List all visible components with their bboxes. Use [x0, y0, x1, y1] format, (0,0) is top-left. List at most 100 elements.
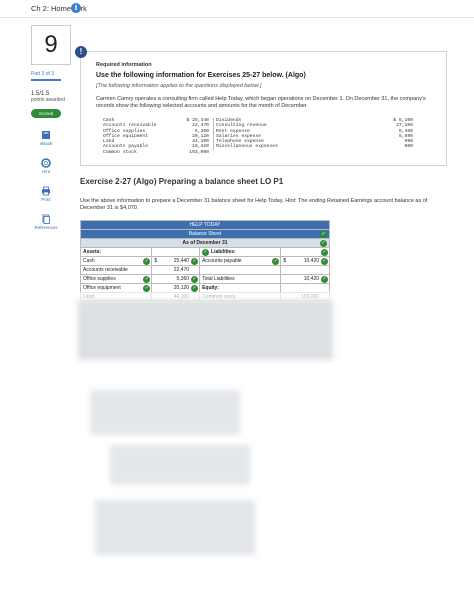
account-name: Miscellaneous expenses	[216, 144, 278, 150]
asset-name-cell[interactable]: Cash ✓	[81, 257, 153, 265]
blurred-content	[78, 300, 333, 360]
liability-name: Total Liabilities	[202, 276, 235, 282]
points-awarded: 1.5/1.5 points awarded	[31, 91, 71, 103]
ebook-label: eBook	[39, 141, 53, 146]
part-progress-bar	[31, 79, 61, 81]
exercise-title: Exercise 2-27 (Algo) Preparing a balance…	[80, 177, 284, 186]
asset-amount: 5,360	[176, 276, 190, 282]
liability-amount: 10,420	[303, 276, 320, 282]
assets-label: Assets:	[81, 248, 153, 256]
statement-name-header: Balance Sheet ✓	[80, 229, 330, 238]
alert-icon: !	[75, 46, 87, 58]
empty-cell: ✓	[281, 248, 329, 256]
statement-date-header: As of December 31 ✓	[80, 238, 330, 247]
account-amount: 600	[404, 144, 413, 150]
print-button[interactable]: Print	[31, 186, 61, 202]
asset-amount: 22,470	[173, 267, 190, 273]
check-icon: ✓	[321, 257, 329, 265]
liability-amount-cell[interactable]: 10,420 ✓	[281, 275, 329, 283]
points-label: points awarded	[31, 97, 65, 103]
references-button[interactable]: References	[31, 214, 61, 230]
table-row: Assets: ✓ Liabilities: ✓	[80, 247, 330, 256]
liability-name-cell[interactable]: Accounts payable ✓	[200, 257, 282, 265]
asset-amount-cell[interactable]: 5,360 ✓	[152, 275, 201, 283]
check-icon: ✓	[191, 257, 199, 265]
info-heading: Use the following information for Exerci…	[96, 72, 306, 79]
references-label: References	[34, 225, 58, 230]
question-sidebar: 9 Part 3 of 3 1.5/1.5 points awarded Sco…	[31, 25, 71, 230]
company-name: HELP TODAY	[189, 222, 221, 228]
equity-label-cell[interactable]: Equity:	[200, 284, 282, 292]
check-icon: ✓	[202, 248, 210, 256]
check-icon: ✓	[143, 284, 151, 292]
check-icon: ✓	[143, 257, 151, 265]
liability-amount-cell[interactable]: $10,420 ✓	[281, 257, 329, 265]
liability-name: Accounts payable	[202, 258, 242, 264]
exercise-instructions: Use the above information to prepare a D…	[80, 198, 428, 211]
lifebuoy-icon	[41, 158, 51, 168]
table-row: Office supplies ✓ 5,360 ✓ Total Liabilitie…	[80, 274, 330, 283]
print-label: Print	[41, 197, 51, 202]
info-note: [The following information applies to th…	[96, 83, 262, 89]
left-account-amounts: $ 25,440 22,470 5,360 20,120 44,100 10,4…	[173, 118, 209, 155]
equity-label: Equity:	[202, 285, 220, 291]
book-icon	[42, 131, 50, 139]
currency-symbol: $	[154, 258, 158, 264]
check-icon: ✓	[191, 284, 199, 292]
left-account-names: Cash Accounts receivable Office supplies…	[103, 118, 173, 155]
asset-amount-cell[interactable]: 22,470	[152, 266, 201, 274]
right-account-names: Dividends Consulting revenue Rent expens…	[213, 118, 303, 150]
check-icon: ✓	[320, 240, 327, 247]
info-icon[interactable]: i	[71, 3, 81, 13]
currency-symbol: $	[283, 258, 287, 264]
right-account-amounts: $ 6,100 27,100 9,460 5,690 980 600	[373, 118, 413, 150]
liabilities-label: Liabilities:	[211, 249, 236, 255]
question-number: 9	[31, 25, 71, 65]
liability-name-cell[interactable]: Total Liabilities	[200, 275, 282, 283]
check-icon: ✓	[143, 275, 151, 283]
hint-button[interactable]: Hint	[31, 158, 61, 174]
check-icon: ✓	[320, 231, 327, 238]
table-row: Accounts receivable 22,470	[80, 265, 330, 274]
blurred-content	[95, 500, 255, 555]
asset-name: Office equipment	[83, 285, 121, 291]
document-icon	[42, 214, 50, 224]
blurred-content	[110, 445, 250, 485]
scored-badge: Scored	[31, 109, 61, 118]
empty-cell	[152, 248, 201, 256]
liability-amount-cell[interactable]	[281, 284, 329, 292]
print-icon	[42, 186, 50, 196]
top-bar: Ch 2: Homework i	[0, 0, 474, 18]
statement-name: Balance Sheet	[188, 231, 222, 237]
asset-name-cell[interactable]: Office equipment ✓	[81, 284, 153, 292]
blurred-content	[90, 390, 240, 435]
asset-name-cell[interactable]: Accounts receivable	[81, 266, 153, 274]
required-info-card: ! Required information Use the following…	[75, 46, 447, 166]
check-icon: ✓	[272, 257, 280, 265]
asset-amount: 20,120	[173, 285, 190, 291]
hint-label: Hint	[41, 169, 50, 174]
asset-amount-cell[interactable]: 20,120 ✓	[152, 284, 201, 292]
check-icon: ✓	[191, 275, 199, 283]
liability-name-cell[interactable]	[200, 266, 282, 274]
table-row: Cash ✓ $25,440 ✓ Accounts payable ✓ $10,420…	[80, 256, 330, 265]
info-paragraph: Carmen Camry operates a consulting firm …	[96, 96, 426, 109]
check-icon: ✓	[321, 275, 329, 283]
liabilities-label-cell: ✓ Liabilities:	[200, 248, 282, 256]
statement-date: As of December 31	[182, 240, 228, 246]
asset-name-cell[interactable]: Office supplies ✓	[81, 275, 153, 283]
table-row: Office equipment ✓ 20,120 ✓ Equity:	[80, 283, 330, 292]
ebook-button[interactable]: eBook	[31, 130, 61, 146]
balance-sheet-table: HELP TODAY Balance Sheet ✓ As of December…	[80, 220, 330, 301]
company-name-header: HELP TODAY	[80, 220, 330, 229]
asset-name: Accounts receivable	[83, 267, 128, 273]
asset-name: Cash	[83, 258, 95, 264]
asset-amount-cell[interactable]: $25,440 ✓	[152, 257, 201, 265]
account-name: Common stock	[103, 149, 137, 155]
liability-amount-cell[interactable]	[281, 266, 329, 274]
part-indicator: Part 3 of 3	[31, 71, 55, 77]
required-label: Required information	[96, 62, 152, 68]
asset-name: Office supplies	[83, 276, 116, 282]
account-amount: 103,000	[189, 149, 209, 155]
liability-amount: 10,420	[303, 258, 320, 264]
